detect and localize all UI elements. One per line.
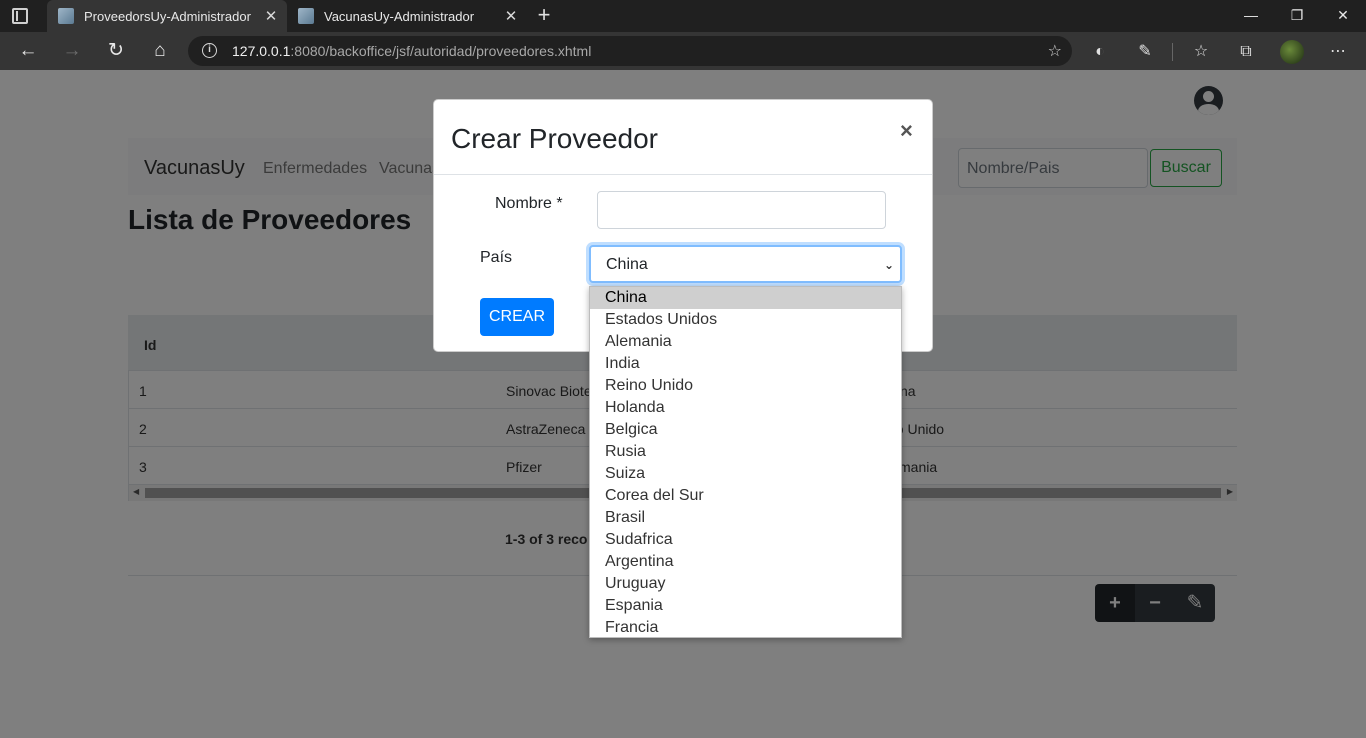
favorites-icon[interactable]: ☆	[1190, 41, 1212, 63]
dropdown-option[interactable]: Corea del Sur	[590, 485, 901, 507]
dropdown-option[interactable]: Reino Unido	[590, 375, 901, 397]
add-favorite-icon[interactable]: ☆	[1048, 41, 1062, 61]
dropdown-option[interactable]: Suiza	[590, 463, 901, 485]
tab-title: ProveedorsUy-Administrador	[84, 8, 251, 24]
pais-dropdown-list: China Estados Unidos Alemania India Rein…	[589, 286, 902, 638]
modal-divider	[434, 174, 932, 175]
back-icon[interactable]: ←	[14, 37, 42, 65]
dropdown-option[interactable]: Belgica	[590, 419, 901, 441]
dropdown-option[interactable]: Espania	[590, 595, 901, 617]
tab-actions-icon[interactable]	[12, 8, 28, 24]
dropdown-option[interactable]: Rusia	[590, 441, 901, 463]
forward-icon[interactable]: →	[58, 37, 86, 65]
tab-close-icon[interactable]: ✕	[503, 7, 519, 25]
dropdown-option[interactable]: Argentina	[590, 551, 901, 573]
dropdown-option[interactable]: Brasil	[590, 507, 901, 529]
url-host: 127.0.0.1	[232, 43, 291, 59]
site-favicon-icon	[298, 8, 314, 24]
dropdown-option[interactable]: India	[590, 353, 901, 375]
home-icon[interactable]: ⌂	[146, 37, 174, 65]
site-favicon-icon	[58, 8, 74, 24]
url-text: 127.0.0.1:8080/backoffice/jsf/autoridad/…	[232, 43, 591, 59]
toolbar-divider	[1172, 43, 1173, 61]
minimize-button[interactable]: —	[1228, 0, 1274, 32]
url-path: :8080/backoffice/jsf/autoridad/proveedor…	[290, 43, 592, 59]
extension-icon[interactable]: ◐	[1089, 41, 1111, 63]
nombre-label: Nombre *	[495, 195, 563, 212]
collections-icon[interactable]: ⧉	[1235, 41, 1257, 63]
browser-tab-bar: ProveedorsUy-Administrador ✕ VacunasUy-A…	[0, 0, 1366, 32]
tab-close-icon[interactable]: ✕	[263, 7, 279, 25]
url-bar[interactable]: i 127.0.0.1:8080/backoffice/jsf/autorida…	[188, 36, 1072, 66]
dropdown-option[interactable]: Uruguay	[590, 573, 901, 595]
dropdown-option[interactable]: China	[590, 287, 901, 309]
new-tab-button[interactable]: +	[533, 3, 555, 27]
dropdown-option[interactable]: Francia	[590, 617, 901, 639]
dropdown-option[interactable]: Sudafrica	[590, 529, 901, 551]
pais-select[interactable]: China ⌄	[589, 245, 902, 283]
close-icon[interactable]: ×	[900, 118, 913, 144]
pais-selected-value: China	[606, 256, 648, 273]
restore-button[interactable]: ❐	[1274, 0, 1320, 32]
profile-avatar[interactable]	[1280, 40, 1304, 64]
pais-label: País	[480, 249, 513, 266]
tab-vacunas[interactable]: VacunasUy-Administrador ✕	[287, 0, 527, 32]
chevron-down-icon: ⌄	[883, 258, 894, 272]
dropdown-option[interactable]: Estados Unidos	[590, 309, 901, 331]
dropdown-option[interactable]: Alemania	[590, 331, 901, 353]
site-info-icon[interactable]: i	[202, 43, 217, 58]
modal-title: Crear Proveedor	[451, 123, 658, 154]
crear-button[interactable]: CREAR	[480, 298, 554, 336]
tab-proveedores[interactable]: ProveedorsUy-Administrador ✕	[47, 0, 287, 32]
address-toolbar: ← → ↻ ⌂ i 127.0.0.1:8080/backoffice/jsf/…	[0, 32, 1366, 70]
extension-icon[interactable]: ✎	[1134, 41, 1156, 63]
dropdown-option[interactable]: Holanda	[590, 397, 901, 419]
close-window-button[interactable]: ✕	[1320, 0, 1366, 32]
refresh-icon[interactable]: ↻	[102, 37, 130, 65]
nombre-field[interactable]	[597, 191, 886, 229]
more-menu-icon[interactable]: ⋯	[1327, 41, 1349, 63]
tab-title: VacunasUy-Administrador	[324, 8, 475, 24]
